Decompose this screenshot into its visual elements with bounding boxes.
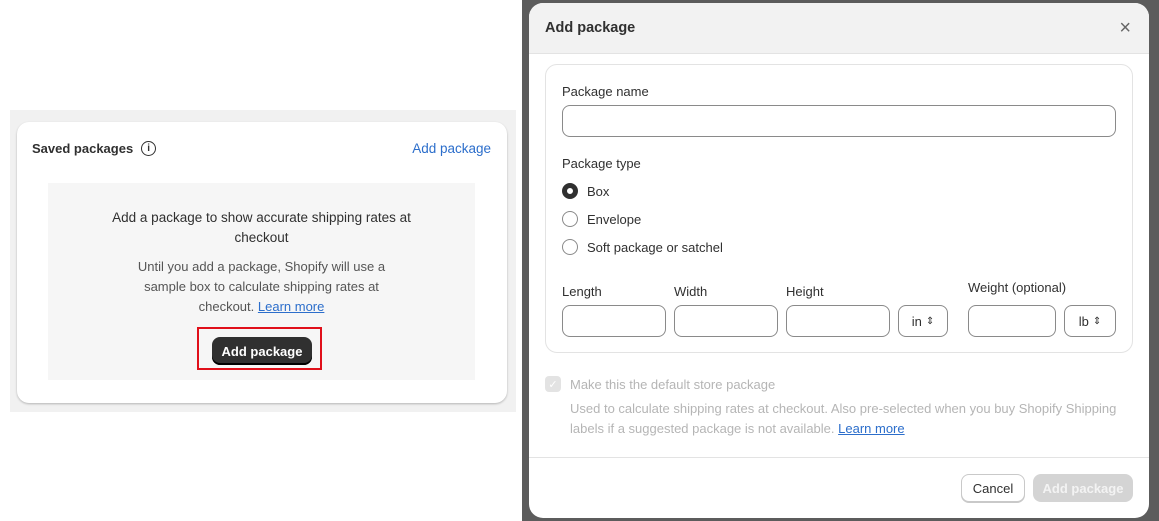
saved-packages-card: Saved packages i Add package Add a packa… xyxy=(17,122,507,403)
modal-header: Add package × xyxy=(529,3,1149,54)
radio-label: Soft package or satchel xyxy=(587,239,723,255)
checkmark-icon: ✓ xyxy=(545,376,561,392)
cancel-button[interactable]: Cancel xyxy=(961,474,1025,502)
radio-box[interactable]: Box xyxy=(562,183,609,199)
radio-icon xyxy=(562,211,578,227)
submit-add-package-button[interactable]: Add package xyxy=(1033,474,1133,502)
width-label: Width xyxy=(674,284,708,299)
empty-heading: Add a package to show accurate shipping … xyxy=(112,210,411,245)
modal-footer-divider xyxy=(529,457,1149,458)
radio-selected-icon xyxy=(562,183,578,199)
chevron-up-down-icon: ⇕ xyxy=(925,315,935,327)
weight-unit-value: lb xyxy=(1078,313,1089,329)
weight-unit-select[interactable]: lb ⇕ xyxy=(1064,305,1116,337)
default-package-checkbox[interactable]: ✓ Make this the default store package xyxy=(545,376,775,392)
package-type-label: Package type xyxy=(562,156,641,171)
add-package-button[interactable]: Add package xyxy=(212,337,312,365)
package-name-input[interactable] xyxy=(562,105,1116,137)
length-input[interactable] xyxy=(562,305,666,337)
package-name-label: Package name xyxy=(562,84,649,99)
dimension-unit-value: in xyxy=(911,313,922,329)
empty-body: Until you add a package, Shopify will us… xyxy=(123,257,400,317)
width-input[interactable] xyxy=(674,305,778,337)
default-help-text: Used to calculate shipping rates at chec… xyxy=(570,399,1130,439)
length-label: Length xyxy=(562,284,602,299)
card-title-text: Saved packages xyxy=(32,141,134,156)
close-icon[interactable]: × xyxy=(1119,17,1131,40)
weight-input[interactable] xyxy=(968,305,1056,337)
height-input[interactable] xyxy=(786,305,890,337)
modal-title: Add package xyxy=(545,20,636,36)
radio-envelope[interactable]: Envelope xyxy=(562,211,641,227)
chevron-up-down-icon: ⇕ xyxy=(1092,315,1102,327)
learn-more-link[interactable]: Learn more xyxy=(258,299,324,314)
radio-label: Envelope xyxy=(587,211,642,227)
height-label: Height xyxy=(786,284,824,299)
radio-label: Box xyxy=(587,183,610,199)
weight-label: Weight (optional) xyxy=(968,280,1067,295)
add-package-modal: Add package × Package name Package type … xyxy=(529,3,1149,518)
checkbox-label: Make this the default store package xyxy=(570,376,776,392)
learn-more-link[interactable]: Learn more xyxy=(838,421,904,436)
dimension-unit-select[interactable]: in ⇕ xyxy=(898,305,948,337)
info-icon[interactable]: i xyxy=(141,141,157,156)
package-form: Package name Package type Box Envelope S… xyxy=(545,64,1133,353)
radio-icon xyxy=(562,239,578,255)
card-title: Saved packages i xyxy=(32,141,157,156)
empty-state: Add a package to show accurate shipping … xyxy=(48,183,475,380)
add-package-link[interactable]: Add package xyxy=(412,141,491,156)
radio-soft-package[interactable]: Soft package or satchel xyxy=(562,239,723,255)
